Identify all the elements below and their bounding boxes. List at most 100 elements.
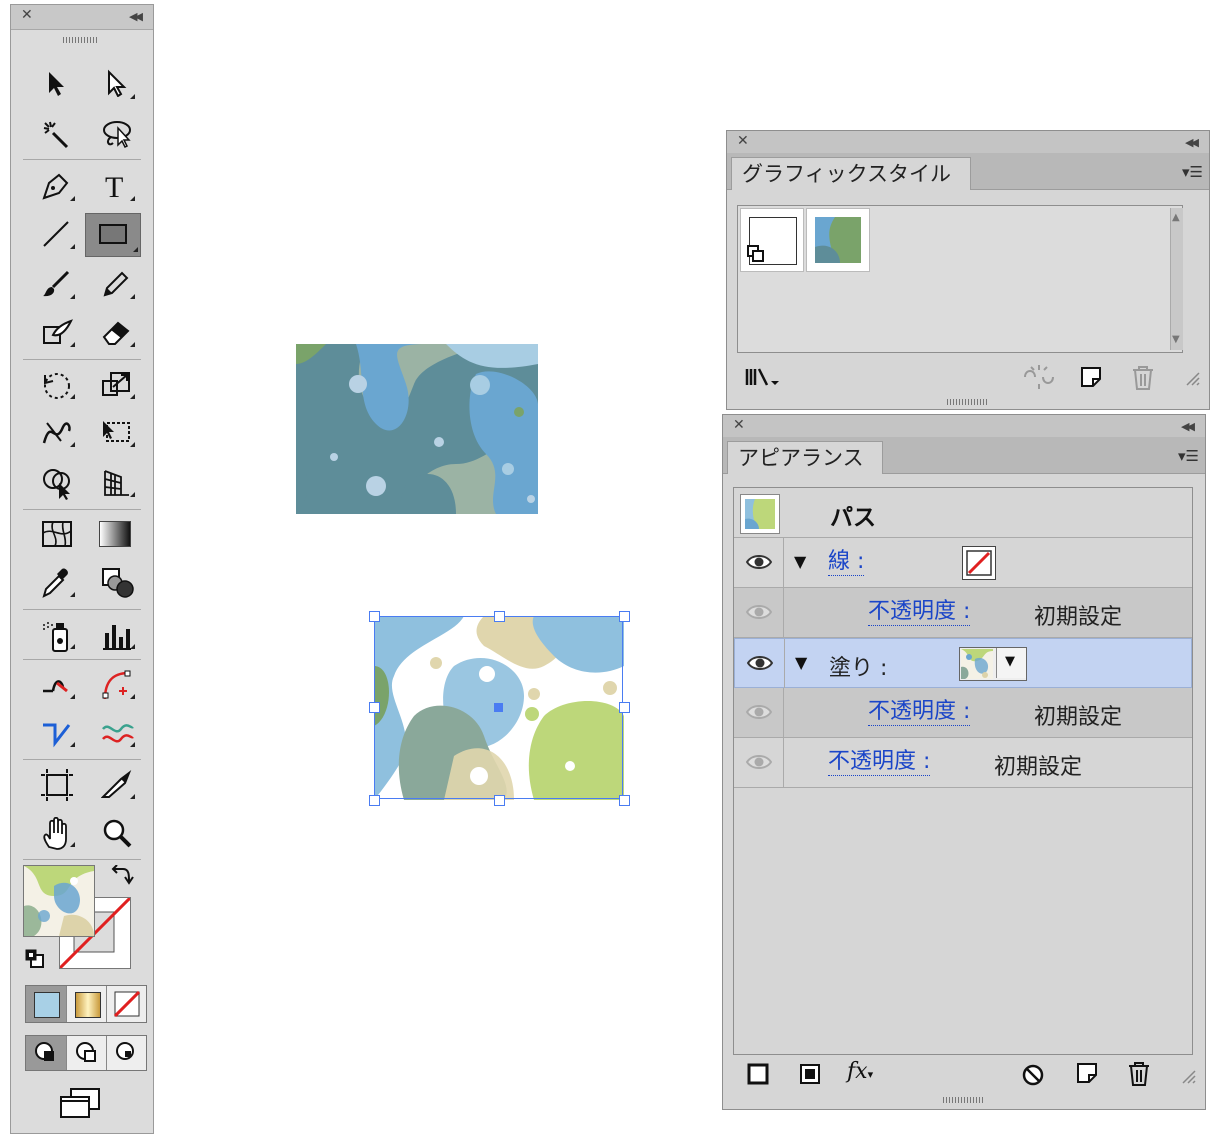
selection-handle[interactable] [369, 702, 380, 713]
fill-visibility-toggle[interactable] [735, 639, 785, 688]
draw-normal-icon[interactable] [26, 1036, 66, 1070]
drag-grip-icon[interactable] [943, 1097, 983, 1103]
tab-graphic-styles[interactable]: グラフィックスタイル [731, 157, 971, 190]
stroke-opacity-visibility-toggle[interactable] [734, 588, 784, 637]
add-effect-fx-icon[interactable]: fx▾ [847, 1059, 873, 1084]
zoom-tool-icon[interactable] [93, 811, 137, 851]
object-opacity-row[interactable]: 不透明度 : 初期設定 [734, 738, 1192, 788]
stroke-color-swatch[interactable] [962, 546, 996, 580]
lasso-tool-icon[interactable] [93, 113, 137, 153]
duplicate-item-icon[interactable] [1075, 1061, 1099, 1089]
object-opacity-visibility-toggle[interactable] [734, 738, 784, 787]
panel-menu-icon[interactable]: ▾☰ [1182, 163, 1203, 181]
pattern-rectangle-top[interactable] [296, 344, 538, 514]
add-new-stroke-icon[interactable] [747, 1063, 769, 1089]
add-new-fill-icon[interactable] [799, 1063, 821, 1089]
close-icon[interactable]: ✕ [21, 7, 33, 23]
tab-appearance[interactable]: アピアランス [727, 441, 883, 474]
eraser-tool-icon[interactable] [93, 311, 137, 351]
collapse-icon[interactable]: ◀◀ [129, 10, 143, 23]
none-button[interactable] [106, 986, 147, 1022]
perspective-grid-tool-icon[interactable] [93, 461, 137, 501]
anchor-point-tool-icon[interactable] [33, 711, 77, 751]
mesh-tool-icon[interactable] [33, 513, 77, 553]
graphic-style-pattern[interactable] [806, 208, 870, 272]
selection-handle[interactable] [494, 611, 505, 622]
smooth-tool-icon[interactable] [93, 711, 137, 751]
curvature-tool-icon[interactable] [93, 663, 137, 703]
line-tool-icon[interactable] [33, 213, 77, 253]
gradient-button[interactable] [66, 986, 107, 1022]
swap-fill-stroke-icon[interactable] [109, 864, 135, 893]
draw-inside-icon[interactable] [106, 1036, 147, 1070]
fill-label[interactable]: 塗り : [829, 650, 887, 682]
blend-tool-icon[interactable] [93, 561, 137, 601]
screen-mode-icon[interactable] [57, 1087, 103, 1123]
expand-triangle-icon[interactable]: ▼ [795, 653, 807, 672]
appearance-object-row[interactable]: パス [734, 488, 1192, 538]
fill-opacity-visibility-toggle[interactable] [734, 688, 784, 737]
delete-item-icon[interactable] [1127, 1061, 1151, 1091]
free-transform-tool-icon[interactable] [93, 411, 137, 451]
fill-opacity-link[interactable]: 不透明度 : [868, 699, 971, 726]
shaper-tool-icon[interactable] [33, 311, 77, 351]
width-tool-icon[interactable] [33, 411, 77, 451]
rectangle-tool-icon[interactable] [85, 213, 141, 257]
resize-grip-icon[interactable] [1185, 371, 1201, 391]
close-icon[interactable]: ✕ [737, 133, 749, 149]
default-fill-stroke-icon[interactable] [25, 949, 45, 973]
direct-selection-tool-icon[interactable] [93, 63, 137, 103]
drag-grip-icon[interactable] [947, 399, 987, 405]
selection-tool-icon[interactable] [33, 63, 77, 103]
selection-handle[interactable] [369, 611, 380, 622]
selection-handle[interactable] [619, 702, 630, 713]
scroll-down-icon[interactable]: ▼ [1172, 334, 1180, 345]
graphic-style-default[interactable] [740, 208, 804, 272]
artboard-tool-icon[interactable] [33, 763, 77, 803]
selection-handle[interactable] [494, 795, 505, 806]
rotate-tool-icon[interactable] [33, 363, 77, 403]
panel-menu-icon[interactable]: ▾☰ [1178, 447, 1199, 465]
shape-builder-tool-icon[interactable] [33, 461, 77, 501]
break-link-icon[interactable] [1023, 365, 1055, 393]
magic-wand-tool-icon[interactable] [33, 113, 77, 153]
graphic-style-libraries-icon[interactable] [745, 365, 781, 393]
draw-behind-icon[interactable] [66, 1036, 107, 1070]
fill-color-dropdown[interactable]: ▼ [959, 647, 1027, 681]
panel-titlebar[interactable]: ✕ ◀◀ [723, 415, 1205, 438]
panel-titlebar[interactable]: ✕ ◀◀ [727, 131, 1209, 154]
new-graphic-style-icon[interactable] [1079, 365, 1103, 393]
type-tool-icon[interactable]: T [93, 165, 137, 205]
selection-handle[interactable] [619, 611, 630, 622]
stroke-opacity-link[interactable]: 不透明度 : [868, 599, 971, 626]
hand-tool-icon[interactable] [33, 811, 77, 851]
pencil-tool-icon[interactable] [93, 263, 137, 303]
resize-grip-icon[interactable] [1181, 1069, 1197, 1089]
delete-graphic-style-icon[interactable] [1131, 365, 1155, 395]
close-icon[interactable]: ✕ [733, 417, 745, 433]
slice-tool-icon[interactable] [93, 763, 137, 803]
selection-handle[interactable] [369, 795, 380, 806]
color-button[interactable] [26, 986, 66, 1022]
fill-row[interactable]: ▼ 塗り : ▼ [734, 638, 1192, 688]
toolbox-titlebar[interactable]: ✕ ◀◀ [11, 5, 153, 30]
scale-tool-icon[interactable] [93, 363, 137, 403]
symbol-sprayer-tool-icon[interactable] [33, 613, 77, 653]
object-opacity-link[interactable]: 不透明度 : [828, 749, 931, 776]
gradient-tool-icon[interactable] [93, 513, 137, 553]
join-tool-icon[interactable] [33, 663, 77, 703]
fill-swatch[interactable] [23, 865, 95, 937]
fill-opacity-row[interactable]: 不透明度 : 初期設定 [734, 688, 1192, 738]
paintbrush-tool-icon[interactable] [33, 263, 77, 303]
collapse-icon[interactable]: ◀◀ [1181, 420, 1195, 433]
stroke-opacity-row[interactable]: 不透明度 : 初期設定 [734, 588, 1192, 638]
chevron-down-icon[interactable]: ▼ [996, 648, 1026, 678]
eyedropper-tool-icon[interactable] [33, 561, 77, 601]
selection-handle[interactable] [619, 795, 630, 806]
column-graph-tool-icon[interactable] [93, 613, 137, 653]
collapse-icon[interactable]: ◀◀ [1185, 136, 1199, 149]
expand-triangle-icon[interactable]: ▼ [794, 552, 806, 571]
drag-grip-icon[interactable] [63, 37, 99, 43]
pen-tool-icon[interactable] [33, 165, 77, 205]
scroll-up-icon[interactable]: ▲ [1172, 212, 1180, 223]
